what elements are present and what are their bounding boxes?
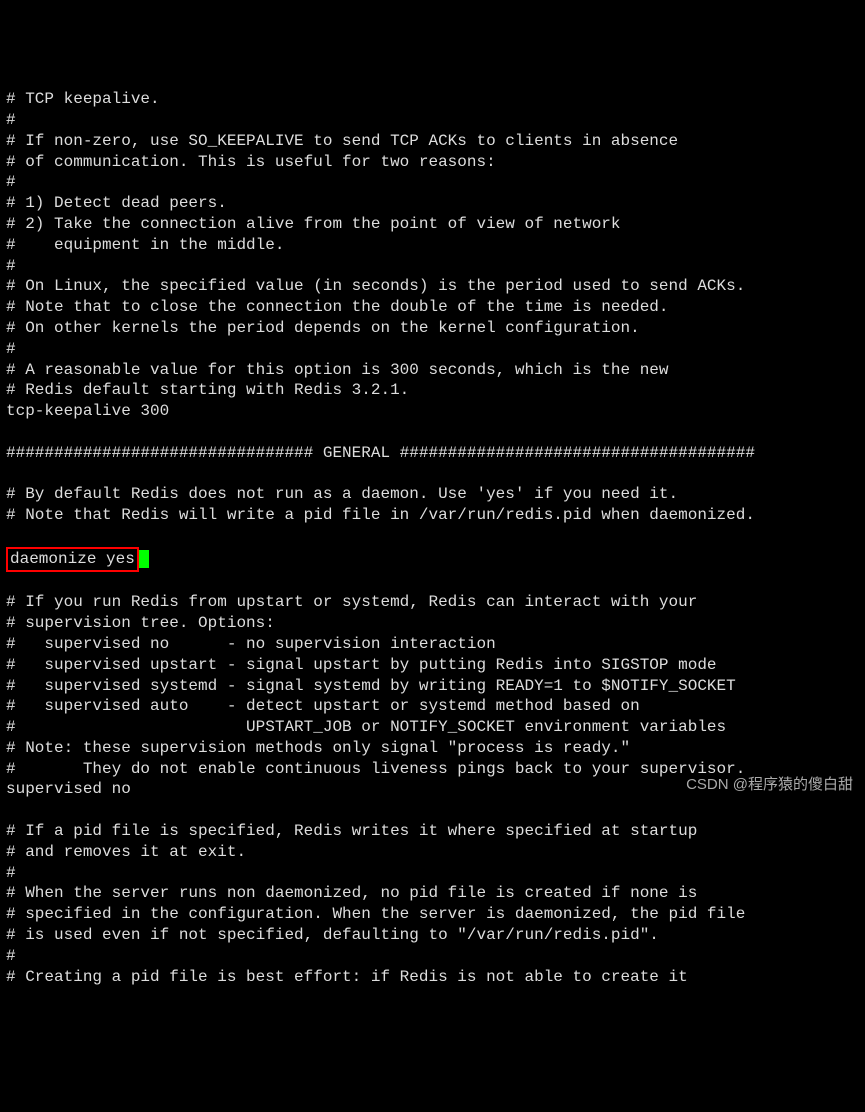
daemonize-setting-text: daemonize yes	[10, 550, 135, 568]
cursor-icon	[139, 550, 149, 568]
daemonize-setting-highlight: daemonize yes	[6, 547, 139, 572]
highlight-line: daemonize yes	[6, 547, 149, 572]
terminal-text-before: # TCP keepalive. # # If non-zero, use SO…	[6, 89, 859, 526]
watermark-label: CSDN @程序猿的傻白甜	[686, 775, 853, 795]
